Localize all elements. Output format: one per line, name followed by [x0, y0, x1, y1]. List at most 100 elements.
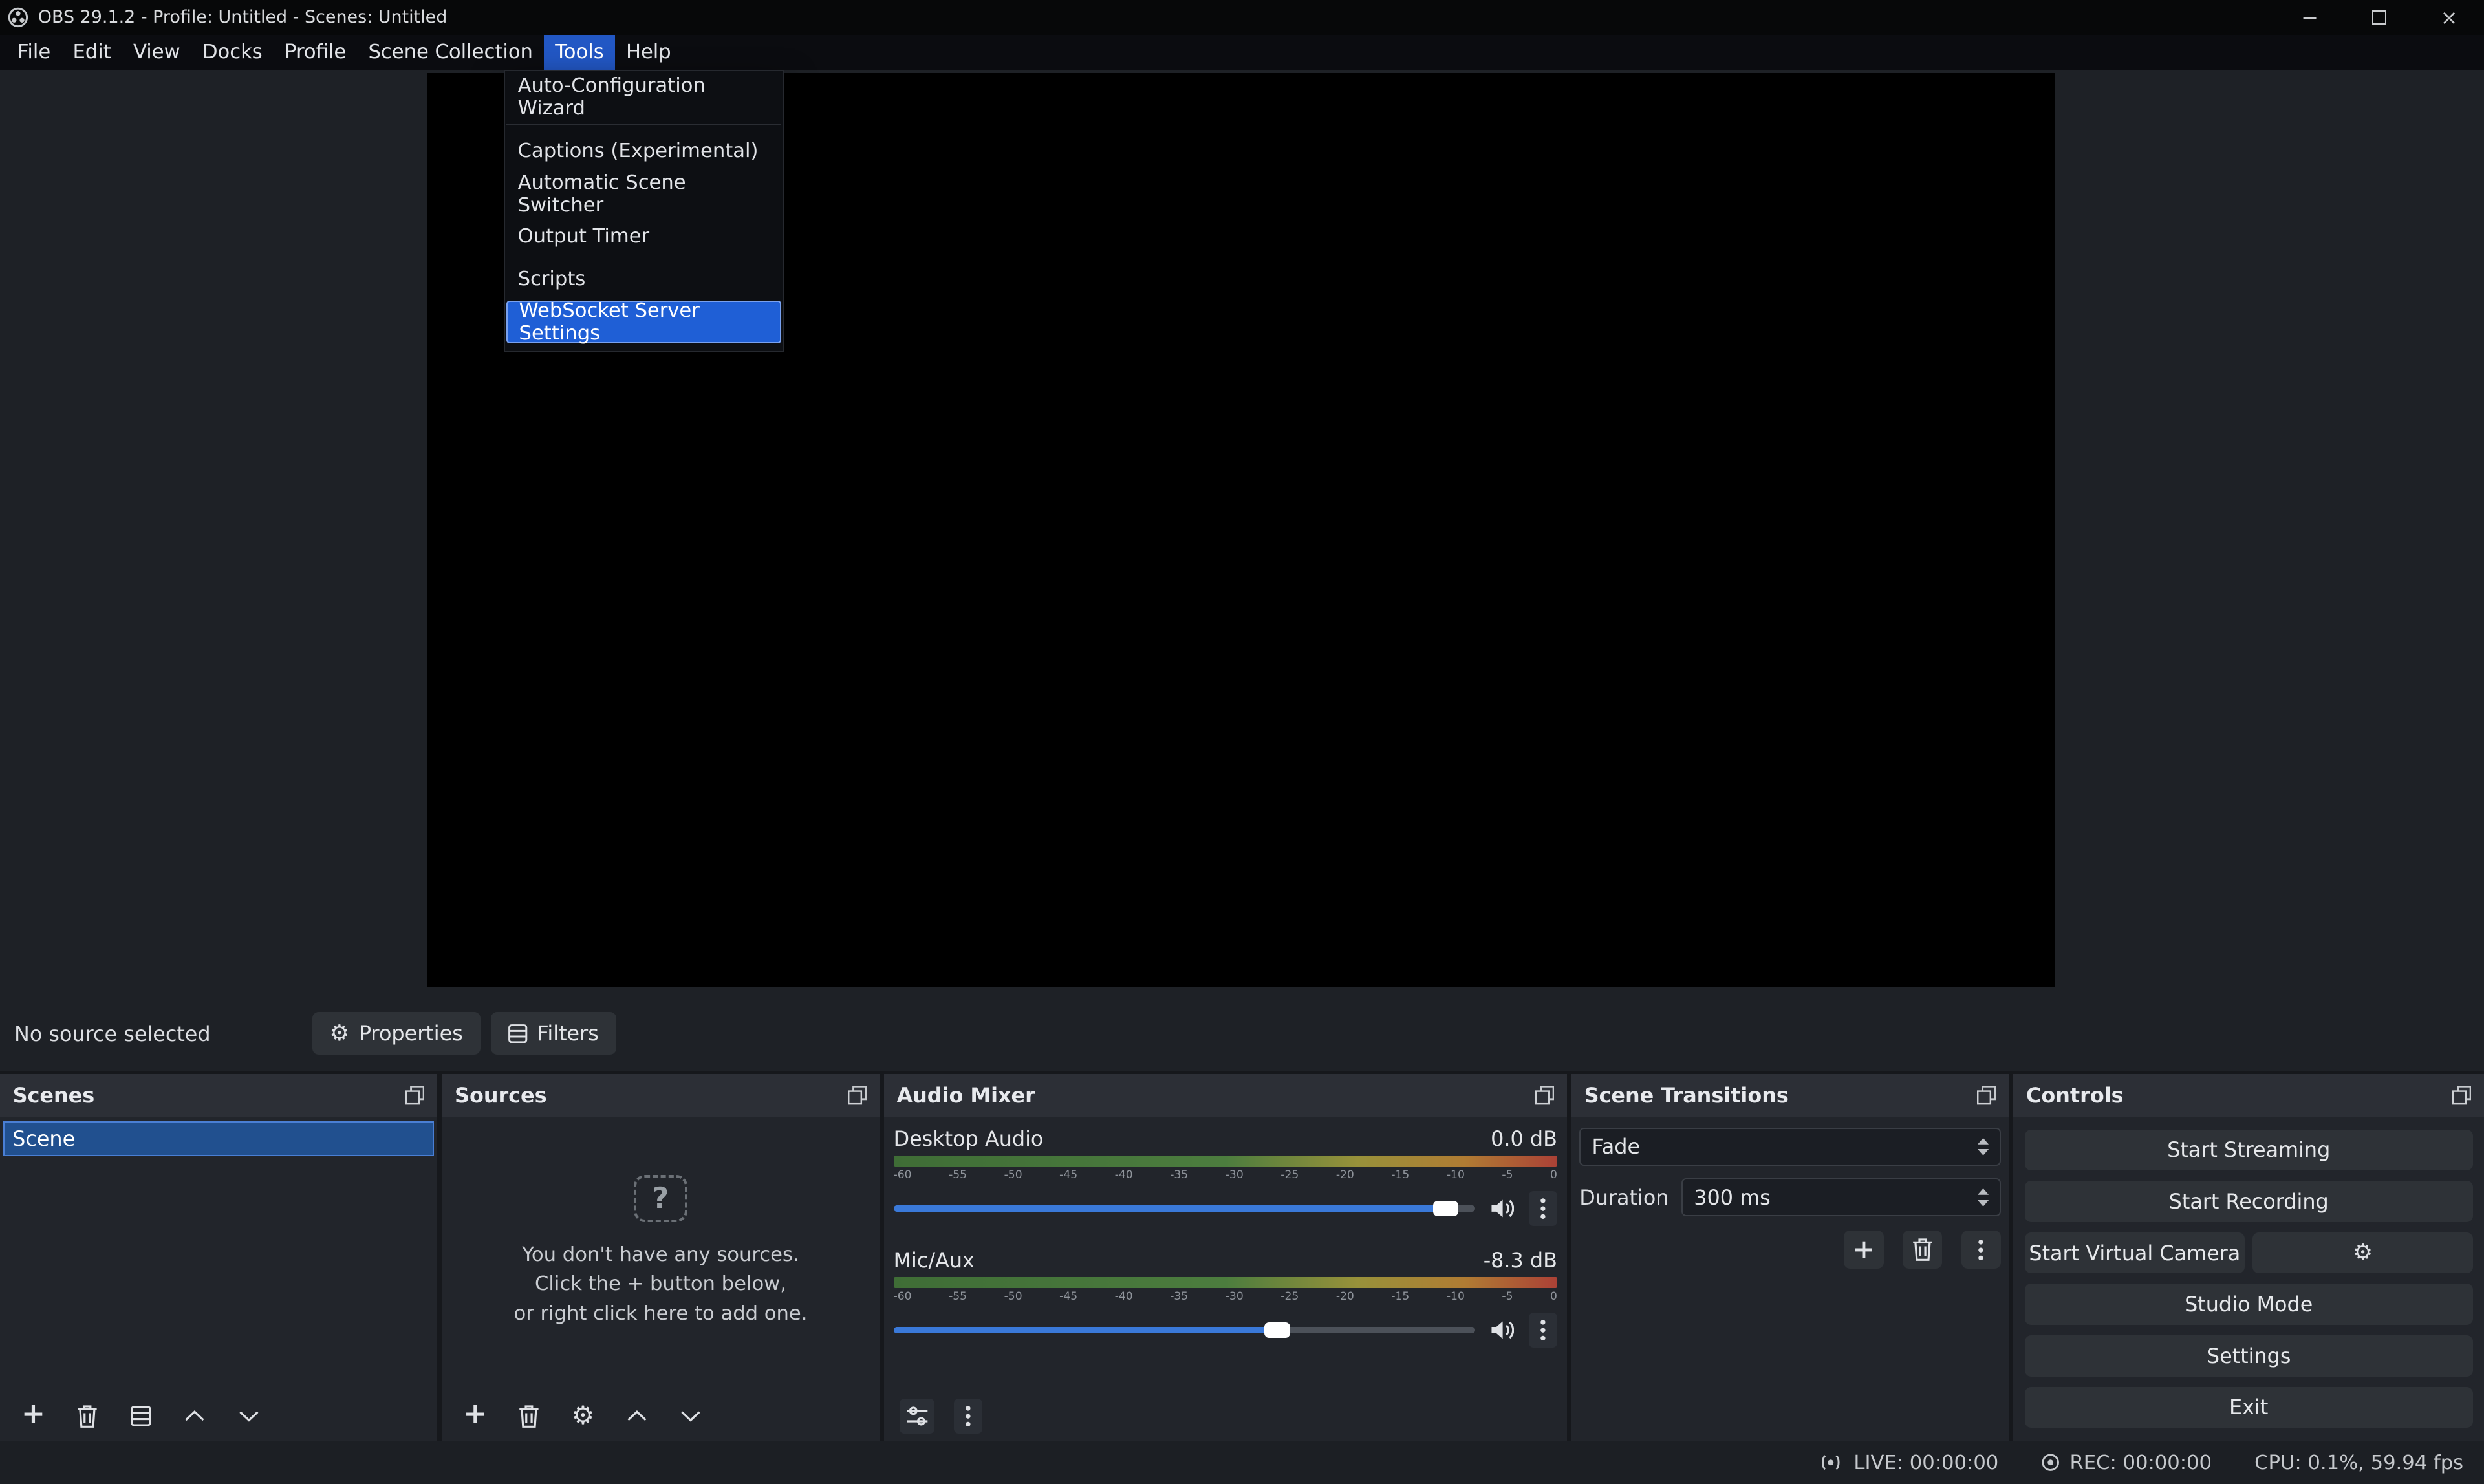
popout-icon[interactable]: [1977, 1086, 1996, 1104]
chevron-up-icon: [184, 1410, 205, 1423]
start-recording-button[interactable]: Start Recording: [2025, 1181, 2473, 1222]
context-bar: No source selected ⚙ Properties Filters: [0, 1001, 2484, 1068]
volume-slider[interactable]: [894, 1322, 1475, 1338]
move-scene-down-button[interactable]: [232, 1399, 266, 1434]
db-tick: -55: [949, 1290, 967, 1304]
start-streaming-button[interactable]: Start Streaming: [2025, 1130, 2473, 1171]
trash-icon: [77, 1404, 98, 1428]
scene-list-item-selected[interactable]: Scene: [3, 1121, 434, 1156]
menu-file[interactable]: File: [6, 35, 62, 70]
chevron-up-icon: [627, 1410, 647, 1423]
db-tick: -45: [1059, 1168, 1077, 1182]
advanced-audio-properties-button[interactable]: [900, 1399, 934, 1434]
start-virtual-camera-button[interactable]: Start Virtual Camera: [2025, 1232, 2245, 1274]
menu-help[interactable]: Help: [615, 35, 682, 70]
db-tick: -15: [1391, 1168, 1409, 1182]
sources-empty-state: ? You don't have any sources. Click the …: [442, 1117, 879, 1391]
menu-tools[interactable]: Tools: [544, 35, 615, 70]
db-tick: -25: [1280, 1168, 1299, 1182]
kebab-icon: [1540, 1198, 1546, 1220]
scenes-dock-title: Scenes: [13, 1083, 95, 1108]
question-mark-icon: ?: [634, 1175, 687, 1222]
db-tick: -25: [1280, 1290, 1299, 1304]
rec-status: REC: 00:00:00: [2041, 1452, 2212, 1474]
close-button[interactable]: ×: [2414, 0, 2484, 35]
mute-button[interactable]: [1487, 1313, 1516, 1348]
audio-mixer-dock-header: Audio Mixer: [884, 1074, 1567, 1117]
mute-button[interactable]: [1487, 1191, 1516, 1226]
menu-profile[interactable]: Profile: [274, 35, 357, 70]
duration-spinbox[interactable]: 300 ms: [1681, 1178, 2001, 1216]
add-scene-button[interactable]: +: [16, 1399, 50, 1434]
gear-icon: ⚙: [2353, 1242, 2373, 1264]
remove-transition-button[interactable]: [1903, 1231, 1942, 1269]
popout-icon[interactable]: [405, 1086, 424, 1104]
titlebar: OBS 29.1.2 - Profile: Untitled - Scenes:…: [0, 0, 2484, 35]
mixer-channel-desktop-audio: Desktop Audio 0.0 dB -60 -55 -50 -45 -40…: [884, 1117, 1567, 1226]
menu-item-output-timer[interactable]: Output Timer: [505, 215, 783, 258]
menu-item-automatic-scene-switcher[interactable]: Automatic Scene Switcher: [505, 173, 783, 215]
filters-button[interactable]: Filters: [491, 1012, 616, 1055]
remove-source-button[interactable]: [512, 1399, 546, 1434]
menu-scene-collection[interactable]: Scene Collection: [357, 35, 544, 70]
slider-handle[interactable]: [1264, 1322, 1290, 1338]
settings-button[interactable]: Settings: [2025, 1335, 2473, 1377]
audio-mixer-toolbar: [884, 1391, 1567, 1441]
menu-docks[interactable]: Docks: [191, 35, 274, 70]
mixer-options-button[interactable]: [954, 1399, 982, 1434]
sources-dock-header: Sources: [442, 1074, 879, 1117]
menu-item-websocket-server-settings[interactable]: WebSocket Server Settings: [506, 301, 781, 343]
virtual-camera-settings-button[interactable]: ⚙: [2252, 1232, 2473, 1274]
db-tick: -35: [1170, 1290, 1188, 1304]
filters-icon: [508, 1024, 527, 1043]
volume-slider[interactable]: [894, 1201, 1475, 1216]
db-tick: -15: [1391, 1290, 1409, 1304]
menu-edit[interactable]: Edit: [61, 35, 122, 70]
add-source-button[interactable]: +: [458, 1399, 493, 1434]
scene-filters-button[interactable]: [124, 1399, 158, 1434]
sources-dock-title: Sources: [455, 1083, 547, 1108]
move-scene-up-button[interactable]: [177, 1399, 212, 1434]
popout-icon[interactable]: [1535, 1086, 1554, 1104]
channel-name: Mic/Aux: [894, 1248, 975, 1273]
scene-filters-icon: [131, 1406, 151, 1426]
menu-separator: [506, 124, 781, 125]
channel-options-button[interactable]: [1529, 1191, 1557, 1226]
exit-button[interactable]: Exit: [2025, 1387, 2473, 1428]
cpu-fps-stats: CPU: 0.1%, 59.94 fps: [2254, 1452, 2463, 1474]
move-source-down-button[interactable]: [673, 1399, 708, 1434]
live-icon: [1817, 1453, 1844, 1472]
slider-handle[interactable]: [1433, 1201, 1458, 1216]
spinbox-arrows-icon[interactable]: [1978, 1188, 1989, 1206]
scenes-dock-header: Scenes: [0, 1074, 437, 1117]
db-tick: -50: [1004, 1168, 1022, 1182]
source-properties-button[interactable]: ⚙: [565, 1399, 600, 1434]
properties-button[interactable]: ⚙ Properties: [312, 1012, 481, 1055]
window-title: OBS 29.1.2 - Profile: Untitled - Scenes:…: [38, 7, 448, 27]
plus-icon: +: [21, 1400, 45, 1428]
add-transition-button[interactable]: +: [1844, 1231, 1883, 1269]
sources-empty-text: You don't have any sources.: [522, 1243, 799, 1267]
maximize-button[interactable]: [2344, 0, 2414, 35]
menu-view[interactable]: View: [122, 35, 191, 70]
transition-options-button[interactable]: [1961, 1231, 2001, 1269]
channel-options-button[interactable]: [1529, 1313, 1557, 1348]
transition-select[interactable]: Fade: [1579, 1128, 2001, 1166]
sources-list[interactable]: ? You don't have any sources. Click the …: [442, 1117, 879, 1391]
duration-value: 300 ms: [1694, 1185, 1770, 1210]
db-tick: 0: [1550, 1290, 1557, 1304]
popout-icon[interactable]: [2452, 1086, 2471, 1104]
menu-item-auto-configuration-wizard[interactable]: Auto-Configuration Wizard: [505, 76, 783, 118]
studio-mode-button[interactable]: Studio Mode: [2025, 1284, 2473, 1325]
remove-scene-button[interactable]: [70, 1399, 105, 1434]
menu-item-scripts[interactable]: Scripts: [505, 258, 783, 301]
move-source-up-button[interactable]: [620, 1399, 654, 1434]
filters-button-label: Filters: [537, 1021, 598, 1046]
slider-fill: [894, 1205, 1446, 1212]
popout-icon[interactable]: [848, 1086, 867, 1104]
menu-item-captions[interactable]: Captions (Experimental): [505, 129, 783, 172]
minimize-button[interactable]: −: [2275, 0, 2345, 35]
sources-toolbar: + ⚙: [442, 1391, 879, 1441]
db-tick: -60: [894, 1168, 912, 1182]
transition-selected-value: Fade: [1592, 1134, 1640, 1159]
